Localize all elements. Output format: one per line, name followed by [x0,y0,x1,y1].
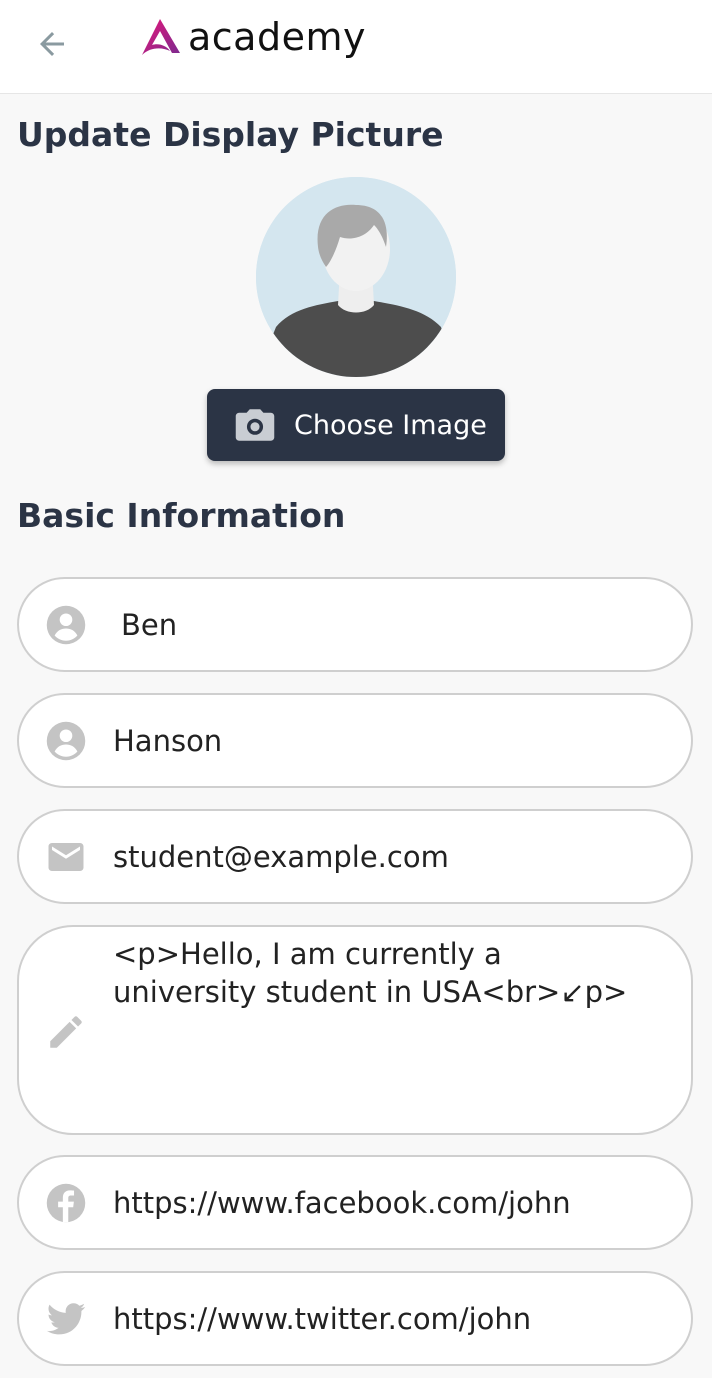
back-button[interactable] [30,24,74,64]
facebook-icon [46,1183,86,1223]
choose-image-button[interactable]: Choose Image [207,389,505,461]
facebook-field[interactable]: https://www.facebook.com/john [17,1155,693,1250]
mail-icon [48,843,84,871]
biography-field[interactable]: <p>Hello, I am currently a university st… [17,925,693,1135]
twitter-icon [46,1303,86,1335]
facebook-value: https://www.facebook.com/john [113,1186,571,1220]
pencil-icon [50,1016,82,1048]
email-field[interactable]: student@example.com [17,809,693,904]
section-title-display-picture: Update Display Picture [17,115,444,154]
last-name-field[interactable]: Hanson [17,693,693,788]
last-name-value: Hanson [113,724,223,758]
biography-value: <p>Hello, I am currently a university st… [113,937,628,1009]
choose-image-label: Choose Image [294,409,487,441]
first-name-value: Ben [121,608,178,642]
twitter-value: https://www.twitter.com/john [113,1302,532,1336]
section-title-basic-information: Basic Information [17,496,346,535]
avatar[interactable] [256,177,456,377]
person-icon [46,605,86,645]
brand-logo: academy [138,14,366,60]
camera-icon [235,409,275,441]
email-value: student@example.com [113,840,449,874]
default-avatar-icon [256,177,456,377]
first-name-field[interactable]: Ben [17,577,693,672]
app-bar: academy [0,0,712,94]
brand-name: academy [188,15,366,59]
twitter-field[interactable]: https://www.twitter.com/john [17,1271,693,1366]
arrow-back-icon [40,32,64,56]
person-icon [46,721,86,761]
academy-logo-icon [142,19,180,55]
